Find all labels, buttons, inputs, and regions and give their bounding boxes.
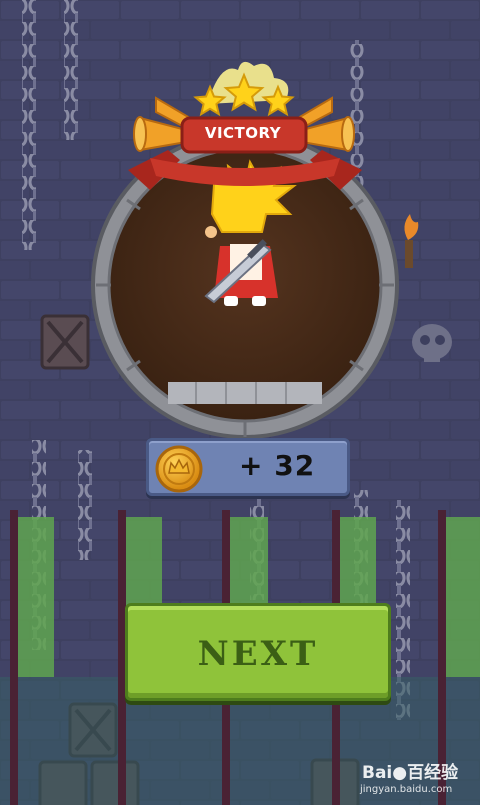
watermark-logo: Bai●百经验 — [362, 763, 459, 783]
chain — [78, 450, 92, 560]
star-rating — [193, 72, 295, 117]
crate — [40, 314, 90, 370]
watermark-url: jingyan.baidu.com — [360, 784, 453, 795]
victory-title: VICTORY — [204, 124, 282, 142]
star-icon — [193, 84, 227, 117]
star-icon — [261, 84, 295, 117]
crown-coin-icon — [155, 445, 203, 493]
star-icon — [223, 72, 265, 112]
chain — [22, 0, 36, 250]
game-screen: VICTORY + 32 NEXT Bai●百经验 jingyan.baidu.… — [0, 0, 480, 805]
chain — [64, 0, 78, 140]
next-button-label: NEXT — [197, 634, 319, 674]
coin-reward-panel: + 32 — [146, 438, 350, 496]
next-button[interactable]: NEXT — [125, 603, 391, 701]
coin-reward-amount: + 32 — [239, 449, 316, 482]
